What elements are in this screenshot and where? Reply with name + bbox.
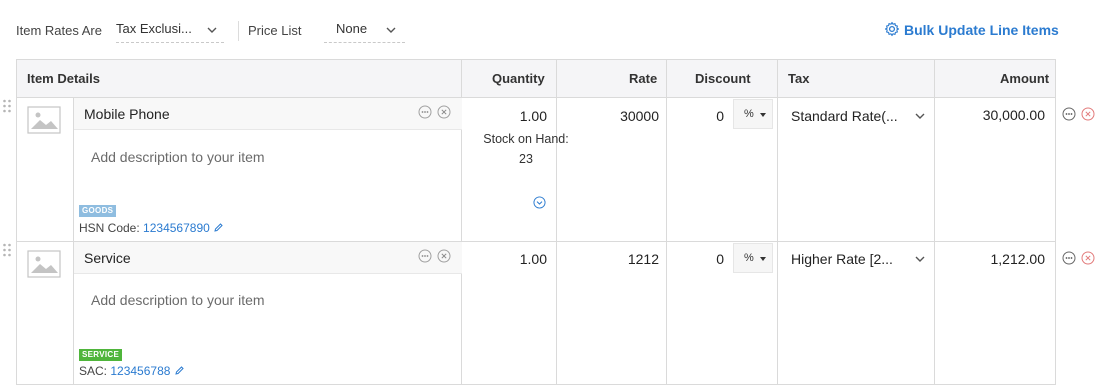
item-name: Service	[84, 250, 131, 266]
remove-row-icon[interactable]	[1081, 251, 1095, 265]
service-badge: SERVICE	[79, 349, 123, 361]
price-list-value: None	[336, 21, 368, 36]
item-rates-value: Tax Exclusi...	[116, 21, 192, 36]
description-input[interactable]: Add description to your item	[91, 149, 265, 165]
hsn-code: HSN Code: 1234567890	[79, 221, 224, 235]
discount-unit: %	[744, 252, 754, 264]
chevron-down-icon[interactable]	[914, 110, 926, 122]
quantity-input[interactable]: 1.00	[479, 108, 547, 124]
item-name: Mobile Phone	[84, 106, 170, 122]
column-divider	[666, 60, 667, 384]
discount-unit-dropdown[interactable]: %	[733, 99, 773, 129]
chevron-down-icon[interactable]	[914, 253, 926, 265]
column-divider	[934, 60, 935, 384]
item-rates-dropdown[interactable]: Tax Exclusi...	[116, 17, 224, 43]
hsn-code-label: HSN Code:	[79, 221, 140, 235]
sac-code-label: SAC:	[79, 364, 108, 378]
quantity-input[interactable]: 1.00	[479, 251, 547, 267]
chevron-circle-down-icon[interactable]	[533, 196, 546, 209]
caret-down-icon	[760, 113, 766, 117]
caret-down-icon	[760, 257, 766, 261]
stock-label: Stock on Hand:	[483, 132, 569, 146]
amount-value: 30,000.00	[982, 107, 1045, 123]
sac-code-value[interactable]: 123456788	[110, 364, 170, 378]
discount-input[interactable]: 0	[677, 251, 724, 267]
header-tax: Tax	[788, 71, 810, 86]
line-items-toolbar: Item Rates Are Tax Exclusi... Price List…	[0, 0, 1120, 58]
tax-dropdown[interactable]: Standard Rate(...	[791, 108, 898, 124]
more-icon[interactable]	[418, 249, 432, 263]
header-amount: Amount	[1000, 71, 1050, 86]
stock-on-hand: Stock on Hand: 23	[479, 130, 573, 169]
drag-handle-icon[interactable]	[2, 98, 12, 114]
item-name-field[interactable]: Mobile Phone	[74, 98, 462, 130]
gear-icon	[884, 21, 900, 37]
header-discount: Discount	[695, 71, 751, 86]
column-divider	[556, 60, 557, 384]
chevron-down-icon	[386, 27, 396, 33]
header-rate: Rate	[629, 71, 658, 86]
row-more-icon[interactable]	[1062, 251, 1076, 265]
close-circle-icon[interactable]	[437, 105, 451, 119]
table-header: Item Details Quantity Rate Discount Tax …	[17, 60, 1055, 98]
header-quantity: Quantity	[492, 71, 545, 86]
stock-value: 23	[519, 151, 533, 166]
column-divider	[777, 60, 778, 384]
header-item-details: Item Details	[27, 71, 100, 86]
pencil-icon[interactable]	[213, 222, 224, 233]
description-input[interactable]: Add description to your item	[91, 292, 265, 308]
remove-row-icon[interactable]	[1081, 107, 1095, 121]
close-circle-icon[interactable]	[437, 249, 451, 263]
price-list-dropdown[interactable]: None	[324, 17, 405, 43]
sac-code: SAC: 123456788	[79, 364, 185, 378]
goods-badge: GOODS	[79, 205, 117, 217]
image-placeholder-icon[interactable]	[27, 250, 61, 278]
item-rates-label: Item Rates Are	[16, 23, 102, 38]
tax-dropdown[interactable]: Higher Rate [2...	[791, 251, 893, 267]
discount-unit: %	[744, 108, 754, 120]
price-list-label: Price List	[248, 23, 302, 38]
rate-input[interactable]: 30000	[577, 108, 659, 124]
drag-handle-icon[interactable]	[2, 242, 12, 258]
item-name-field[interactable]: Service	[74, 242, 462, 274]
line-items-table: Item Details Quantity Rate Discount Tax …	[16, 59, 1056, 385]
pencil-icon[interactable]	[174, 365, 185, 376]
hsn-code-value[interactable]: 1234567890	[143, 221, 210, 235]
more-icon[interactable]	[418, 105, 432, 119]
bulk-update-label: Bulk Update Line Items	[904, 22, 1059, 38]
chevron-down-icon	[207, 27, 217, 33]
rate-input[interactable]: 1212	[577, 251, 659, 267]
row-more-icon[interactable]	[1062, 107, 1076, 121]
image-placeholder-icon[interactable]	[27, 106, 61, 134]
discount-unit-dropdown[interactable]: %	[733, 243, 773, 273]
toolbar-divider	[238, 21, 239, 41]
discount-input[interactable]: 0	[677, 108, 724, 124]
amount-value: 1,212.00	[990, 251, 1046, 267]
